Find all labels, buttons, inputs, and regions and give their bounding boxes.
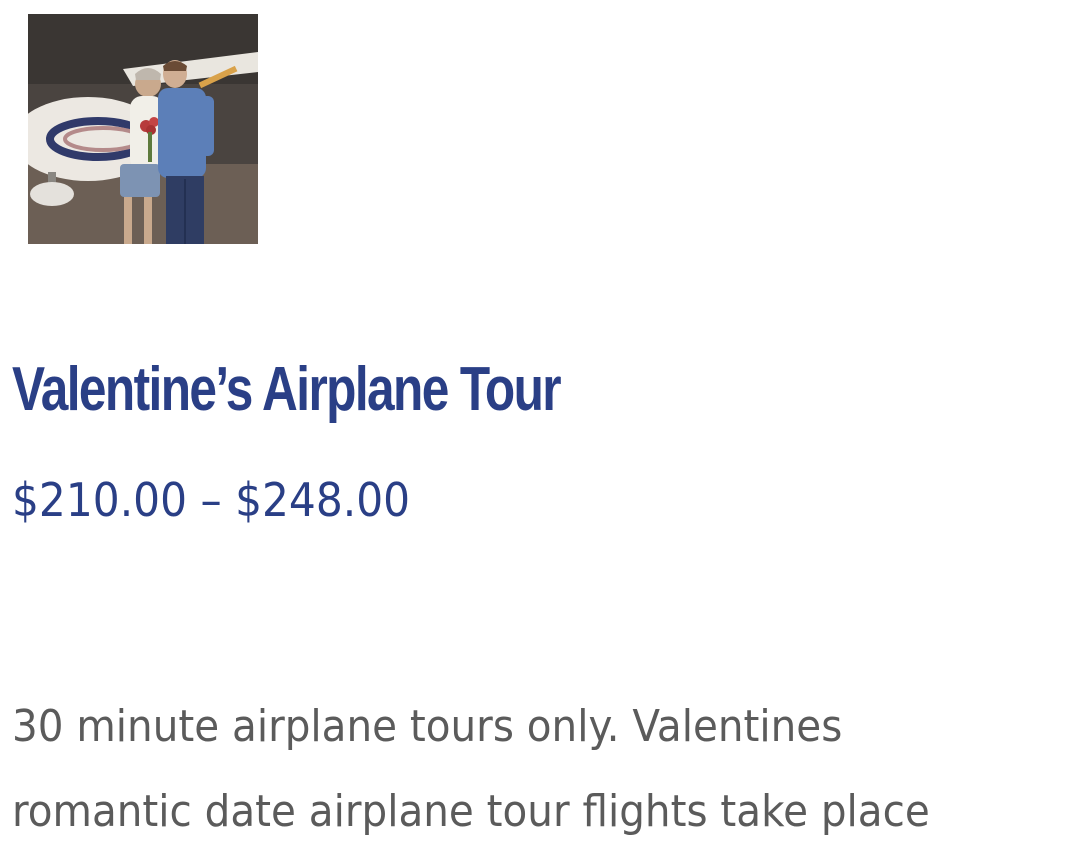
description-line: romantic date airplane tour flights take…	[12, 786, 930, 837]
product-image[interactable]	[28, 14, 258, 244]
product-title[interactable]: Valentine’s Airplane Tour	[12, 352, 562, 428]
price-range: $210.00 – $248.00	[12, 473, 411, 527]
product-photo	[28, 14, 258, 244]
description-line: 30 minute airplane tours only. Valentine…	[12, 701, 843, 752]
